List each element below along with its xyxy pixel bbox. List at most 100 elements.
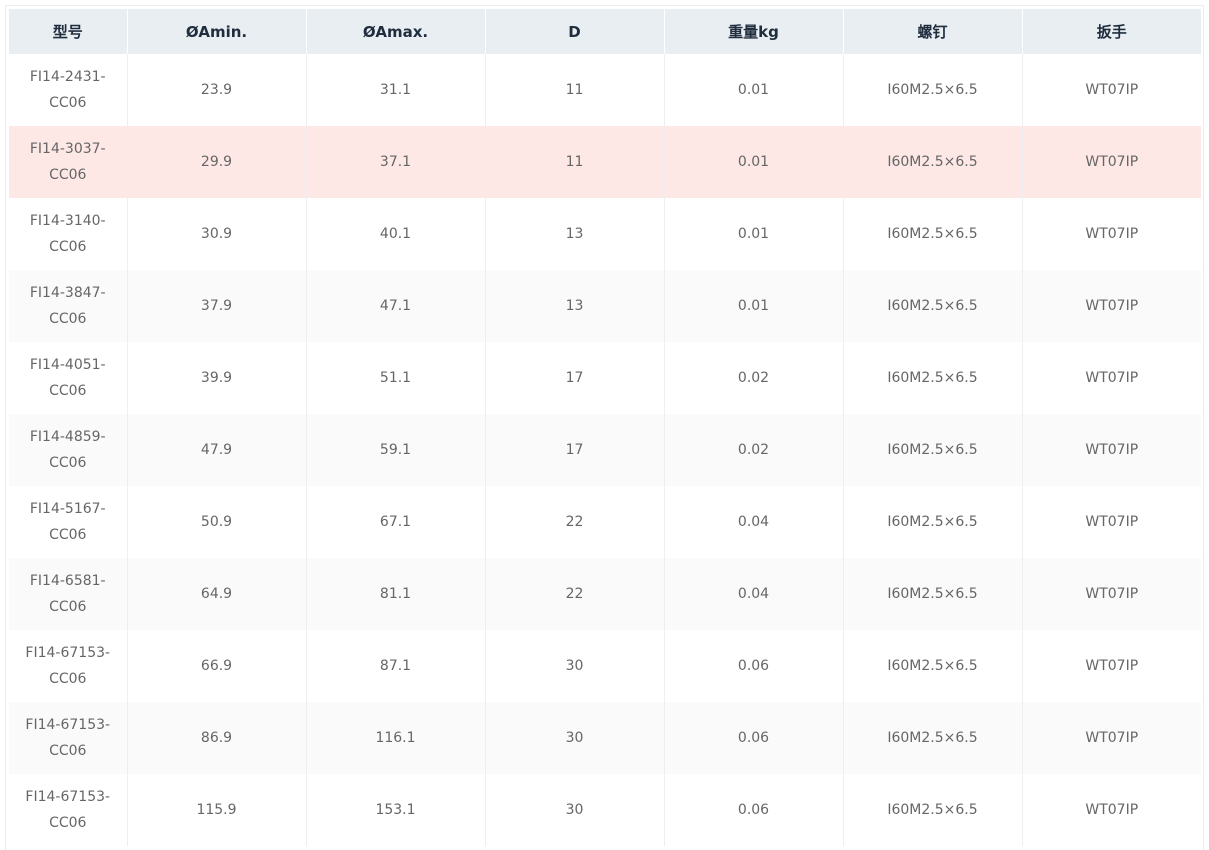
cell-model: FI14-3037-CC06	[9, 126, 128, 198]
cell-screw: I60M2.5×6.5	[843, 126, 1023, 198]
cell-model: FI14-2431-CC06	[9, 54, 128, 126]
cell-screw: I60M2.5×6.5	[843, 414, 1023, 486]
cell-screw: I60M2.5×6.5	[843, 342, 1023, 414]
cell-model: FI14-4051-CC06	[9, 342, 128, 414]
header-screw: 螺钉	[843, 9, 1023, 54]
cell-wrench: WT07IP	[1022, 342, 1201, 414]
cell-weight: 0.01	[664, 198, 844, 270]
table-row: FI14-6581-CC06 64.9 81.1 22 0.04 I60M2.5×6.5 W…	[9, 558, 1201, 630]
cell-amax: 37.1	[306, 126, 486, 198]
cell-weight: 0.04	[664, 486, 844, 558]
cell-amax: 40.1	[306, 198, 486, 270]
cell-wrench: WT07IP	[1022, 414, 1201, 486]
cell-weight: 0.01	[664, 126, 844, 198]
header-amax: ØAmax.	[306, 9, 486, 54]
table-row: FI14-5167-CC06 50.9 67.1 22 0.04 I60M2.5×6.5 W…	[9, 486, 1201, 558]
cell-screw: I60M2.5×6.5	[843, 54, 1023, 126]
cell-amax: 67.1	[306, 486, 486, 558]
cell-wrench: WT07IP	[1022, 126, 1201, 198]
cell-d: 13	[485, 270, 665, 342]
cell-model: FI14-5167-CC06	[9, 486, 128, 558]
cell-amax: 81.1	[306, 558, 486, 630]
cell-d: 30	[485, 702, 665, 774]
cell-screw: I60M2.5×6.5	[843, 630, 1023, 702]
cell-amax: 153.1	[306, 774, 486, 846]
table-row: FI14-2431-CC06 23.9 31.1 11 0.01 I60M2.5×6.5 W…	[9, 54, 1201, 126]
cell-weight: 0.06	[664, 774, 844, 846]
header-model: 型号	[9, 9, 128, 54]
cell-amax: 47.1	[306, 270, 486, 342]
cell-d: 30	[485, 630, 665, 702]
cell-amax: 116.1	[306, 702, 486, 774]
cell-amax: 87.1	[306, 630, 486, 702]
cell-screw: I60M2.5×6.5	[843, 774, 1023, 846]
cell-amax: 51.1	[306, 342, 486, 414]
cell-amin: 47.9	[127, 414, 307, 486]
table-header: 型号 ØAmin. ØAmax. D 重量kg 螺钉 扳手	[9, 9, 1201, 54]
cell-d: 17	[485, 342, 665, 414]
cell-screw: I60M2.5×6.5	[843, 198, 1023, 270]
cell-amin: 86.9	[127, 702, 307, 774]
cell-model: FI14-3140-CC06	[9, 198, 128, 270]
cell-wrench: WT07IP	[1022, 270, 1201, 342]
cell-amin: 66.9	[127, 630, 307, 702]
cell-wrench: WT07IP	[1022, 486, 1201, 558]
cell-amin: 37.9	[127, 270, 307, 342]
cell-d: 22	[485, 558, 665, 630]
cell-amin: 50.9	[127, 486, 307, 558]
cell-wrench: WT07IP	[1022, 774, 1201, 846]
product-spec-table-container: 型号 ØAmin. ØAmax. D 重量kg 螺钉 扳手 FI14-2431-…	[5, 5, 1204, 850]
cell-d: 11	[485, 126, 665, 198]
header-weight: 重量kg	[664, 9, 844, 54]
cell-screw: I60M2.5×6.5	[843, 558, 1023, 630]
cell-screw: I60M2.5×6.5	[843, 270, 1023, 342]
header-amin: ØAmin.	[127, 9, 307, 54]
header-row: 型号 ØAmin. ØAmax. D 重量kg 螺钉 扳手	[9, 9, 1201, 54]
cell-wrench: WT07IP	[1022, 702, 1201, 774]
cell-model: FI14-4859-CC06	[9, 414, 128, 486]
cell-weight: 0.02	[664, 414, 844, 486]
table-row: FI14-67153-CC06 86.9 116.1 30 0.06 I60M2.5×6.…	[9, 702, 1201, 774]
cell-model: FI14-67153-CC06	[9, 702, 128, 774]
cell-model: FI14-67153-CC06	[9, 774, 128, 846]
cell-weight: 0.06	[664, 630, 844, 702]
cell-wrench: WT07IP	[1022, 54, 1201, 126]
cell-d: 22	[485, 486, 665, 558]
cell-model: FI14-6581-CC06	[9, 558, 128, 630]
cell-wrench: WT07IP	[1022, 198, 1201, 270]
cell-weight: 0.01	[664, 270, 844, 342]
cell-weight: 0.01	[664, 54, 844, 126]
cell-model: FI14-3847-CC06	[9, 270, 128, 342]
table-row: FI14-67153-CC06 115.9 153.1 30 0.06 I60M2.5×6…	[9, 774, 1201, 846]
cell-amin: 23.9	[127, 54, 307, 126]
cell-d: 11	[485, 54, 665, 126]
table-row: FI14-4051-CC06 39.9 51.1 17 0.02 I60M2.5×6.5 W…	[9, 342, 1201, 414]
cell-weight: 0.04	[664, 558, 844, 630]
table-row: FI14-3847-CC06 37.9 47.1 13 0.01 I60M2.5×6.5 W…	[9, 270, 1201, 342]
cell-amax: 59.1	[306, 414, 486, 486]
cell-wrench: WT07IP	[1022, 630, 1201, 702]
cell-screw: I60M2.5×6.5	[843, 702, 1023, 774]
cell-model: FI14-67153-CC06	[9, 630, 128, 702]
table-row: FI14-4859-CC06 47.9 59.1 17 0.02 I60M2.5×6.5 W…	[9, 414, 1201, 486]
cell-amin: 29.9	[127, 126, 307, 198]
cell-wrench: WT07IP	[1022, 558, 1201, 630]
cell-amin: 39.9	[127, 342, 307, 414]
cell-d: 13	[485, 198, 665, 270]
cell-d: 17	[485, 414, 665, 486]
table-row: FI14-67153-CC06 66.9 87.1 30 0.06 I60M2.5×6.5…	[9, 630, 1201, 702]
cell-d: 30	[485, 774, 665, 846]
table-body: FI14-2431-CC06 23.9 31.1 11 0.01 I60M2.5×6.5 W…	[9, 54, 1201, 846]
cell-amin: 30.9	[127, 198, 307, 270]
header-wrench: 扳手	[1022, 9, 1201, 54]
cell-weight: 0.06	[664, 702, 844, 774]
cell-weight: 0.02	[664, 342, 844, 414]
cell-amax: 31.1	[306, 54, 486, 126]
table-row: FI14-3140-CC06 30.9 40.1 13 0.01 I60M2.5×6.5 W…	[9, 198, 1201, 270]
cell-amin: 115.9	[127, 774, 307, 846]
product-spec-table: 型号 ØAmin. ØAmax. D 重量kg 螺钉 扳手 FI14-2431-…	[9, 9, 1201, 846]
header-d: D	[485, 9, 665, 54]
cell-amin: 64.9	[127, 558, 307, 630]
cell-screw: I60M2.5×6.5	[843, 486, 1023, 558]
table-row: FI14-3037-CC06 29.9 37.1 11 0.01 I60M2.5×6.5 W…	[9, 126, 1201, 198]
